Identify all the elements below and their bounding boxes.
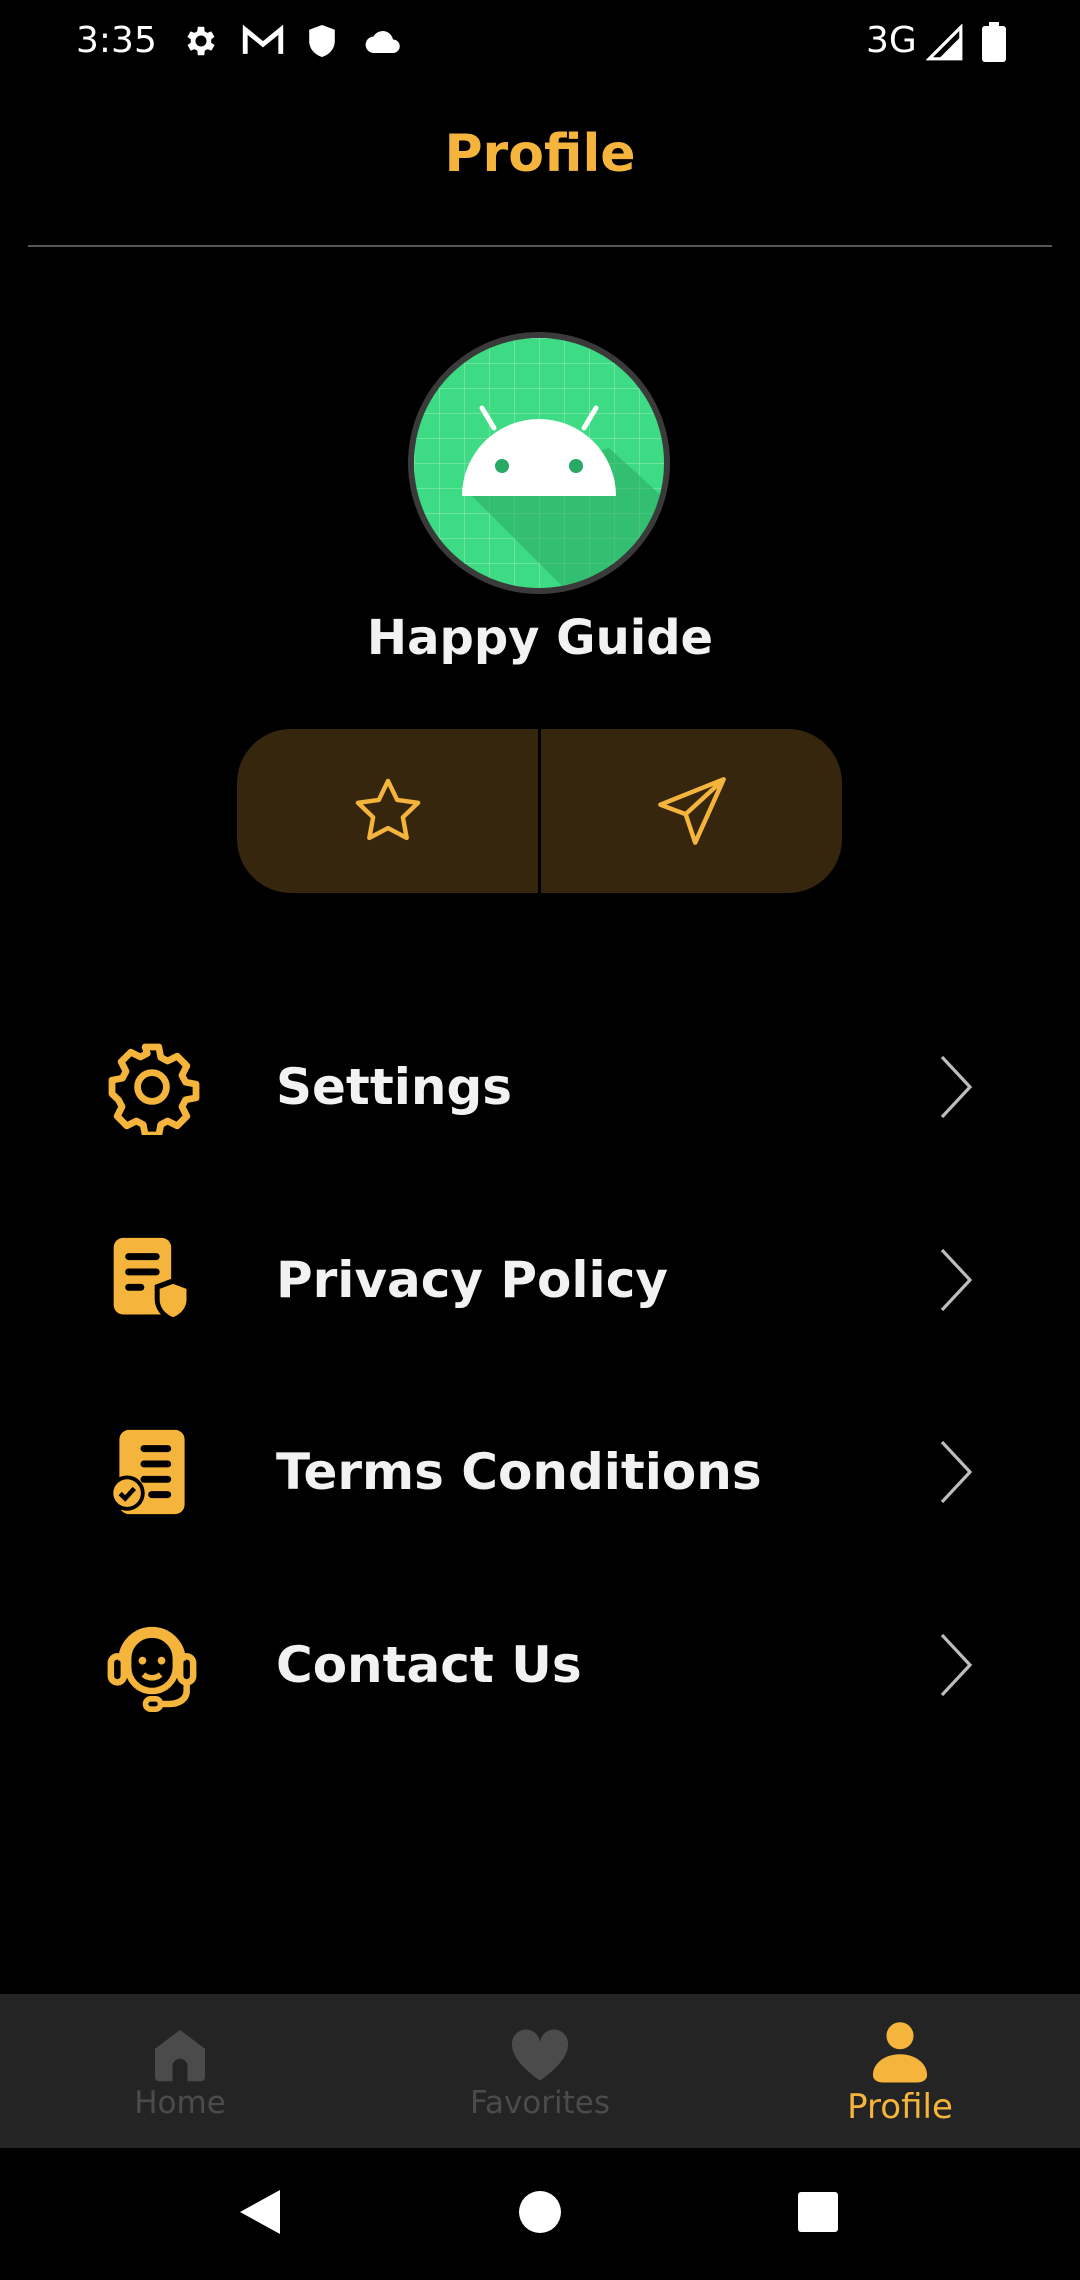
chevron-right-icon <box>940 1633 973 1697</box>
person-icon <box>872 2022 928 2083</box>
cloud-icon <box>365 31 400 54</box>
privacy-document-icon <box>113 1237 192 1323</box>
page-title: Profile <box>444 124 636 184</box>
signal-icon <box>926 24 963 61</box>
tab-favorites[interactable]: Favorites <box>360 1994 720 2148</box>
menu-label: Settings <box>276 1058 513 1116</box>
menu-item-terms-conditions[interactable]: Terms Conditions <box>0 1397 1080 1547</box>
tab-label: Profile <box>847 2087 953 2127</box>
terms-document-icon <box>109 1429 185 1515</box>
shield-icon <box>309 25 335 57</box>
terms-icon <box>100 1420 204 1524</box>
recents-square-icon[interactable] <box>796 2188 840 2236</box>
tab-label: Home <box>134 2085 226 2121</box>
gear-icon <box>108 1043 200 1135</box>
battery-icon <box>982 22 1006 62</box>
header-divider <box>28 245 1052 247</box>
gmail-icon <box>242 24 284 54</box>
heart-icon <box>511 2029 569 2081</box>
android-icon <box>414 338 664 588</box>
privacy-icon <box>100 1228 204 1332</box>
gear-icon <box>187 26 215 56</box>
menu-label: Privacy Policy <box>276 1251 668 1309</box>
share-button[interactable] <box>541 729 842 893</box>
status-time: 3:35 <box>76 20 157 61</box>
home-circle-icon[interactable] <box>518 2188 562 2236</box>
avatar[interactable] <box>408 332 670 594</box>
star-icon <box>355 778 420 841</box>
network-type: 3G <box>866 20 917 61</box>
chevron-right-icon <box>940 1440 973 1504</box>
bottom-navigation: Home Favorites Profile <box>0 1994 1080 2148</box>
status-notification-icons <box>182 22 402 60</box>
contact-icon <box>100 1613 204 1717</box>
status-bar: 3:35 3G <box>0 0 1080 86</box>
tab-label: Favorites <box>469 2085 611 2121</box>
settings-icon <box>100 1035 204 1139</box>
back-icon[interactable] <box>238 2188 282 2236</box>
menu-item-privacy-policy[interactable]: Privacy Policy <box>0 1205 1080 1355</box>
tab-home[interactable]: Home <box>0 1994 360 2148</box>
send-icon <box>657 777 726 845</box>
menu-label: Terms Conditions <box>276 1443 762 1501</box>
menu-item-settings[interactable]: Settings <box>0 1012 1080 1162</box>
system-navigation-bar <box>0 2148 1080 2280</box>
profile-actions <box>237 729 842 893</box>
headset-icon <box>107 1626 197 1713</box>
tab-profile[interactable]: Profile <box>720 1994 1080 2148</box>
chevron-right-icon <box>940 1248 973 1312</box>
home-icon <box>155 2030 205 2082</box>
rate-button[interactable] <box>237 729 538 893</box>
menu-item-contact-us[interactable]: Contact Us <box>0 1590 1080 1740</box>
menu-label: Contact Us <box>276 1636 582 1694</box>
chevron-right-icon <box>940 1055 973 1119</box>
user-name: Happy Guide <box>366 610 714 666</box>
